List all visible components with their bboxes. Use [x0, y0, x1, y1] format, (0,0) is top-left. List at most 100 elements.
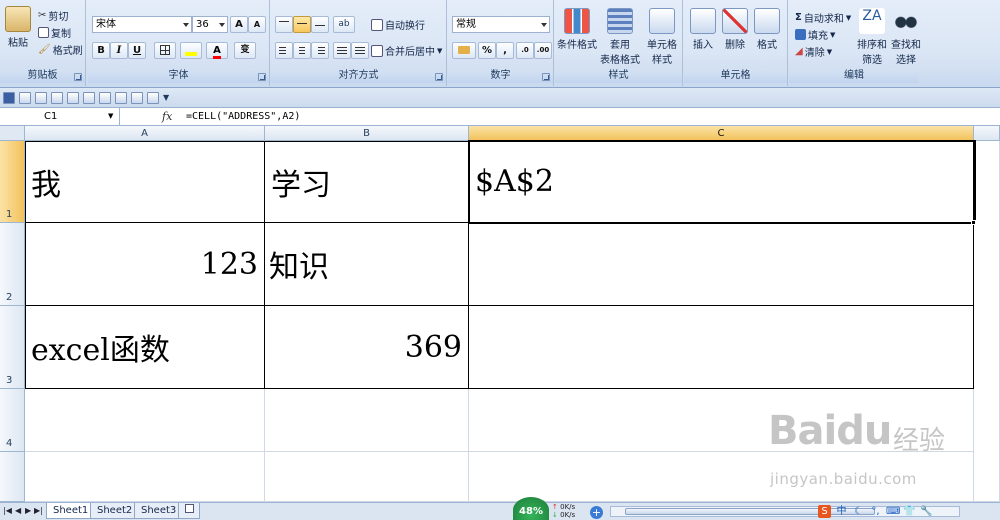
- sogou-ime-icon[interactable]: S: [818, 504, 831, 518]
- borders-button[interactable]: [154, 42, 176, 59]
- alignment-launcher-icon[interactable]: [435, 73, 443, 81]
- fill-color-button[interactable]: [180, 42, 202, 59]
- keyboard-icon[interactable]: ⌨: [886, 505, 900, 518]
- tool-icon-2[interactable]: [99, 91, 111, 104]
- row-header-2[interactable]: 2: [0, 223, 25, 306]
- sort-filter-button[interactable]: ZA 排序和 筛选: [855, 8, 889, 66]
- cell-c5[interactable]: [469, 452, 974, 502]
- number-launcher-icon[interactable]: [542, 73, 550, 81]
- grow-font-button[interactable]: A: [230, 16, 248, 33]
- format-as-table-button[interactable]: 套用 表格格式: [599, 8, 641, 66]
- speed-badge[interactable]: 48%: [513, 497, 549, 520]
- undo-icon[interactable]: [19, 91, 31, 104]
- cut-button[interactable]: ✂ 剪切: [38, 8, 68, 23]
- moon-icon[interactable]: ☾: [852, 505, 865, 518]
- bold-button[interactable]: B: [92, 42, 110, 59]
- fill-handle[interactable]: [971, 220, 976, 225]
- cell-d-column[interactable]: [974, 141, 1000, 502]
- copy-button[interactable]: 复制: [38, 25, 71, 40]
- cell-c4[interactable]: [469, 389, 974, 452]
- next-sheet-icon[interactable]: ▶: [25, 506, 31, 515]
- format-painter-button[interactable]: 🖌 格式刷: [38, 42, 83, 57]
- comma-button[interactable]: ,: [496, 42, 514, 59]
- row-header-1[interactable]: 1: [0, 141, 25, 223]
- first-sheet-icon[interactable]: |◀: [3, 506, 12, 515]
- prev-sheet-icon[interactable]: ◀: [15, 506, 21, 515]
- print-preview-icon[interactable]: [51, 91, 63, 104]
- font-color-button[interactable]: A: [206, 42, 228, 59]
- skin-icon[interactable]: 👕: [903, 505, 916, 518]
- currency-button[interactable]: [452, 42, 476, 59]
- increase-indent-button[interactable]: [351, 42, 369, 59]
- align-middle-button[interactable]: [293, 16, 311, 33]
- wrench-icon[interactable]: 🔧: [920, 505, 933, 518]
- new-document-icon[interactable]: [67, 91, 79, 104]
- row-header-3[interactable]: 3: [0, 306, 25, 389]
- punctuation-icon[interactable]: °,: [869, 505, 882, 518]
- formula-input[interactable]: =CELL("ADDRESS",A2): [186, 108, 300, 125]
- row-header-5[interactable]: [0, 452, 25, 502]
- column-header-b[interactable]: B: [265, 126, 469, 141]
- column-header-a[interactable]: A: [25, 126, 265, 141]
- cell-c3[interactable]: [469, 306, 974, 389]
- cell-styles-button[interactable]: 单元格 样式: [643, 8, 681, 66]
- increase-decimal-button[interactable]: .0: [516, 42, 534, 59]
- chevron-down-icon[interactable]: ▼: [108, 108, 113, 125]
- column-header-d[interactable]: [974, 126, 1000, 141]
- insert-sheet-button[interactable]: [178, 503, 200, 519]
- sheet-tab-sheet1[interactable]: Sheet1: [46, 503, 96, 519]
- select-all-corner[interactable]: [0, 126, 25, 141]
- ime-chinese-icon[interactable]: 中: [835, 505, 848, 518]
- cell-b2[interactable]: 知识: [265, 223, 469, 306]
- align-bottom-button[interactable]: [311, 16, 329, 33]
- phonetic-button[interactable]: 变: [234, 42, 256, 59]
- font-launcher-icon[interactable]: [258, 73, 266, 81]
- format-cells-button[interactable]: 格式: [752, 8, 782, 51]
- find-select-button[interactable]: 查找和 选择: [889, 8, 923, 66]
- cell-a2[interactable]: 123: [25, 223, 265, 306]
- cell-b5[interactable]: [265, 452, 469, 502]
- tool-icon-3[interactable]: [115, 91, 127, 104]
- merge-center-button[interactable]: 合并后居中 ▼: [371, 43, 442, 58]
- row-header-4[interactable]: 4: [0, 389, 25, 452]
- cell-b1[interactable]: 学习: [265, 141, 469, 223]
- cell-b4[interactable]: [265, 389, 469, 452]
- redo-icon[interactable]: [35, 91, 47, 104]
- insert-button[interactable]: 插入: [688, 8, 718, 51]
- customize-qat-icon[interactable]: ▼: [163, 93, 169, 102]
- sheet-tab-sheet2[interactable]: Sheet2: [90, 503, 140, 519]
- fill-button[interactable]: 填充 ▼: [795, 27, 835, 42]
- last-sheet-icon[interactable]: ▶|: [34, 506, 43, 515]
- insert-function-button[interactable]: fx: [162, 108, 182, 125]
- add-icon[interactable]: +: [590, 506, 603, 519]
- sheet-tab-sheet3[interactable]: Sheet3: [134, 503, 184, 519]
- italic-button[interactable]: I: [110, 42, 128, 59]
- number-format-select[interactable]: 常规: [452, 16, 550, 33]
- align-top-button[interactable]: [275, 16, 293, 33]
- save-icon[interactable]: [3, 91, 15, 104]
- name-box[interactable]: C1 ▼: [0, 108, 120, 125]
- column-header-c[interactable]: C: [469, 126, 974, 141]
- font-size-select[interactable]: 36: [192, 16, 228, 33]
- decrease-decimal-button[interactable]: .00: [534, 42, 552, 59]
- conditional-format-button[interactable]: 条件格式: [557, 8, 597, 51]
- underline-button[interactable]: U: [128, 42, 146, 59]
- tool-icon-1[interactable]: [83, 91, 95, 104]
- decrease-indent-button[interactable]: [333, 42, 351, 59]
- shrink-font-button[interactable]: A: [248, 16, 266, 33]
- cell-a5[interactable]: [25, 452, 265, 502]
- align-left-button[interactable]: [275, 42, 293, 59]
- align-center-button[interactable]: [293, 42, 311, 59]
- clipboard-launcher-icon[interactable]: [74, 73, 82, 81]
- cell-a4[interactable]: [25, 389, 265, 452]
- tool-icon-4[interactable]: [131, 91, 143, 104]
- cell-b3[interactable]: 369: [265, 306, 469, 389]
- cell-c1[interactable]: $A$2: [469, 141, 974, 223]
- cell-a3[interactable]: excel函数: [25, 306, 265, 389]
- cell-c2[interactable]: [469, 223, 974, 306]
- delete-button[interactable]: 删除: [720, 8, 750, 51]
- align-right-button[interactable]: [311, 42, 329, 59]
- chart-icon[interactable]: [147, 91, 159, 104]
- wrap-text-button[interactable]: 自动换行: [371, 17, 425, 32]
- percent-button[interactable]: %: [478, 42, 496, 59]
